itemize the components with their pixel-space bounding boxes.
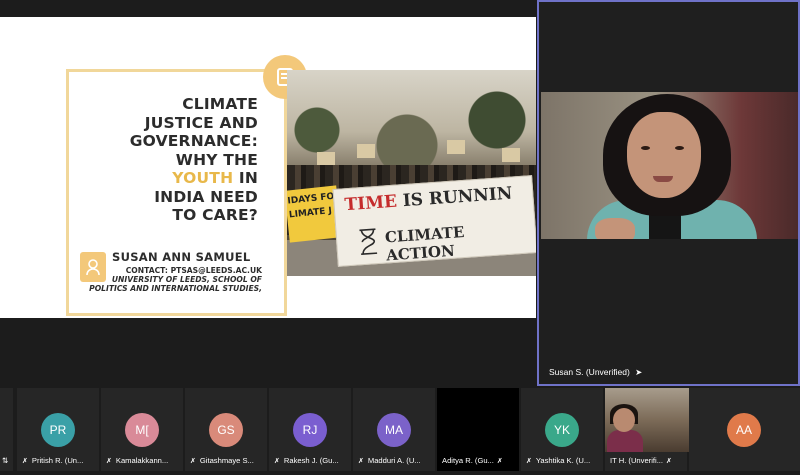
title-line: GOVERNANCE: xyxy=(129,132,258,150)
participant-name: ✗ Rakesh J. (Gu... xyxy=(274,456,339,465)
participant-tile[interactable]: MA ✗ Madduri A. (U... xyxy=(353,388,435,471)
title-line: CLIMATE xyxy=(182,95,258,113)
active-speaker-panel[interactable]: Susan S. (Unverified) ➤ xyxy=(537,0,800,386)
pin-icon[interactable]: ➤ xyxy=(635,367,642,377)
mic-muted-icon: ✗ xyxy=(22,458,28,465)
avatar: PR xyxy=(41,413,75,447)
affiliation-line: POLITICS AND INTERNATIONAL STUDIES, xyxy=(89,284,262,293)
participant-tile[interactable]: IT H. (Unverifi... ✗ xyxy=(605,388,691,471)
mic-muted-icon: ✗ xyxy=(190,458,196,465)
participant-name-text: Pritish R. (Un... xyxy=(31,456,84,465)
participant-tile[interactable]: AA xyxy=(689,388,800,471)
speaker-mouth xyxy=(653,176,673,182)
participant-tile[interactable]: M[ ✗ Kamalakkann... xyxy=(101,388,183,471)
participant-name: IT H. (Unverifi... ✗ xyxy=(610,456,676,465)
participant-name-text: Aditya R. (Gu... xyxy=(442,456,494,465)
speaker-name-label: Susan S. (Unverified) ➤ xyxy=(549,367,642,378)
participant-name-text: Yashtika K. (U... xyxy=(535,456,591,465)
avatar: GS xyxy=(209,413,243,447)
protest-photo: IDAYS FO LIMATE J TIME IS RUNNIN CLIMATE… xyxy=(287,70,536,276)
speaker-eye xyxy=(641,146,650,150)
affiliation-line: UNIVERSITY OF LEEDS, SCHOOL OF xyxy=(111,275,262,284)
participant-name: ✗ Pritish R. (Un... xyxy=(22,456,83,465)
avatar: M[ xyxy=(125,413,159,447)
mic-muted-icon: ✗ xyxy=(274,458,280,465)
participant-body xyxy=(607,430,643,452)
participant-name-text: IT H. (Unverifi... xyxy=(610,456,664,465)
photo-sign xyxy=(317,152,335,166)
title-word: IN xyxy=(238,169,258,187)
speaker-video xyxy=(541,92,798,239)
avatar: MA xyxy=(377,413,411,447)
slide-title: CLIMATE JUSTICE AND GOVERNANCE: WHY THE … xyxy=(78,95,258,225)
speaker-eye xyxy=(675,146,684,150)
participant-tile[interactable]: Aditya R. (Gu... ✗ xyxy=(437,388,519,471)
participant-tile[interactable]: RJ ✗ Rakesh J. (Gu... xyxy=(269,388,351,471)
mic-muted-icon: ⇅ xyxy=(2,456,9,465)
banner-word: TIME xyxy=(343,191,398,216)
participant-tile[interactable]: GS ✗ Gitashmaye S... xyxy=(185,388,267,471)
participant-name: Aditya R. (Gu... ✗ xyxy=(442,456,507,465)
mic-muted-icon: ✗ xyxy=(358,458,364,465)
banner-line-1: TIME IS RUNNIN xyxy=(344,184,513,216)
title-line: JUSTICE AND xyxy=(144,113,258,132)
participant-tile[interactable]: YK ✗ Yashtika K. (U... xyxy=(521,388,603,471)
participant-name-text: Gitashmaye S... xyxy=(199,456,254,465)
participant-strip: ⇅ PR ✗ Pritish R. (Un... M[ ✗ Kamalakkann.… xyxy=(0,388,800,475)
participant-tile[interactable]: PR ✗ Pritish R. (Un... xyxy=(17,388,99,471)
author-affiliation: UNIVERSITY OF LEEDS, SCHOOL OF POLITICS … xyxy=(84,275,262,293)
mic-muted-icon: ✗ xyxy=(666,458,672,465)
participant-name: ✗ Gitashmaye S... xyxy=(190,456,254,465)
avatar: AA xyxy=(727,413,761,447)
photo-sign xyxy=(357,144,375,158)
participant-name-text: Madduri A. (U... xyxy=(367,456,421,465)
title-highlight: YOUTH xyxy=(172,169,234,187)
speaker-hand xyxy=(595,218,635,239)
participant-name-text: Rakesh J. (Gu... xyxy=(283,456,339,465)
participant-video xyxy=(605,388,691,452)
participant-name-text: Kamalakkann... xyxy=(115,456,169,465)
speaker-name: Susan S. (Unverified) xyxy=(549,367,630,377)
shared-slide: CLIMATE JUSTICE AND GOVERNANCE: WHY THE … xyxy=(0,17,536,318)
title-line: INDIA NEED xyxy=(154,187,258,206)
participant-name: ✗ Yashtika K. (U... xyxy=(526,456,590,465)
mic-muted-icon: ✗ xyxy=(496,458,503,465)
mic-muted-icon: ✗ xyxy=(526,458,532,465)
small-banner-text: IDAYS FO LIMATE J xyxy=(287,190,336,223)
speaker-face xyxy=(627,112,701,198)
participant-tile[interactable]: ⇅ xyxy=(0,388,13,471)
participant-face xyxy=(613,408,635,432)
participant-name: ✗ Kamalakkann... xyxy=(106,456,168,465)
title-line: TO CARE? xyxy=(172,206,258,224)
hourglass-icon xyxy=(359,228,378,256)
participant-name: ✗ Madduri A. (U... xyxy=(358,456,421,465)
banner-word: IS RUNNIN xyxy=(396,183,513,212)
title-line: WHY THE xyxy=(175,150,258,169)
avatar: RJ xyxy=(293,413,327,447)
author-contact: CONTACT: PTSAS@LEEDS.AC.UK xyxy=(125,266,262,275)
zoom-meeting-window: CLIMATE JUSTICE AND GOVERNANCE: WHY THE … xyxy=(0,0,800,475)
avatar: YK xyxy=(545,413,579,447)
photo-sign xyxy=(447,140,465,154)
main-banner: TIME IS RUNNIN CLIMATE ACTION xyxy=(332,175,536,267)
photo-sign xyxy=(502,148,520,162)
title-line: YOUTH IN xyxy=(78,169,258,188)
author-name: SUSAN ANN SAMUEL xyxy=(112,250,251,264)
mic-muted-icon: ✗ xyxy=(106,458,112,465)
